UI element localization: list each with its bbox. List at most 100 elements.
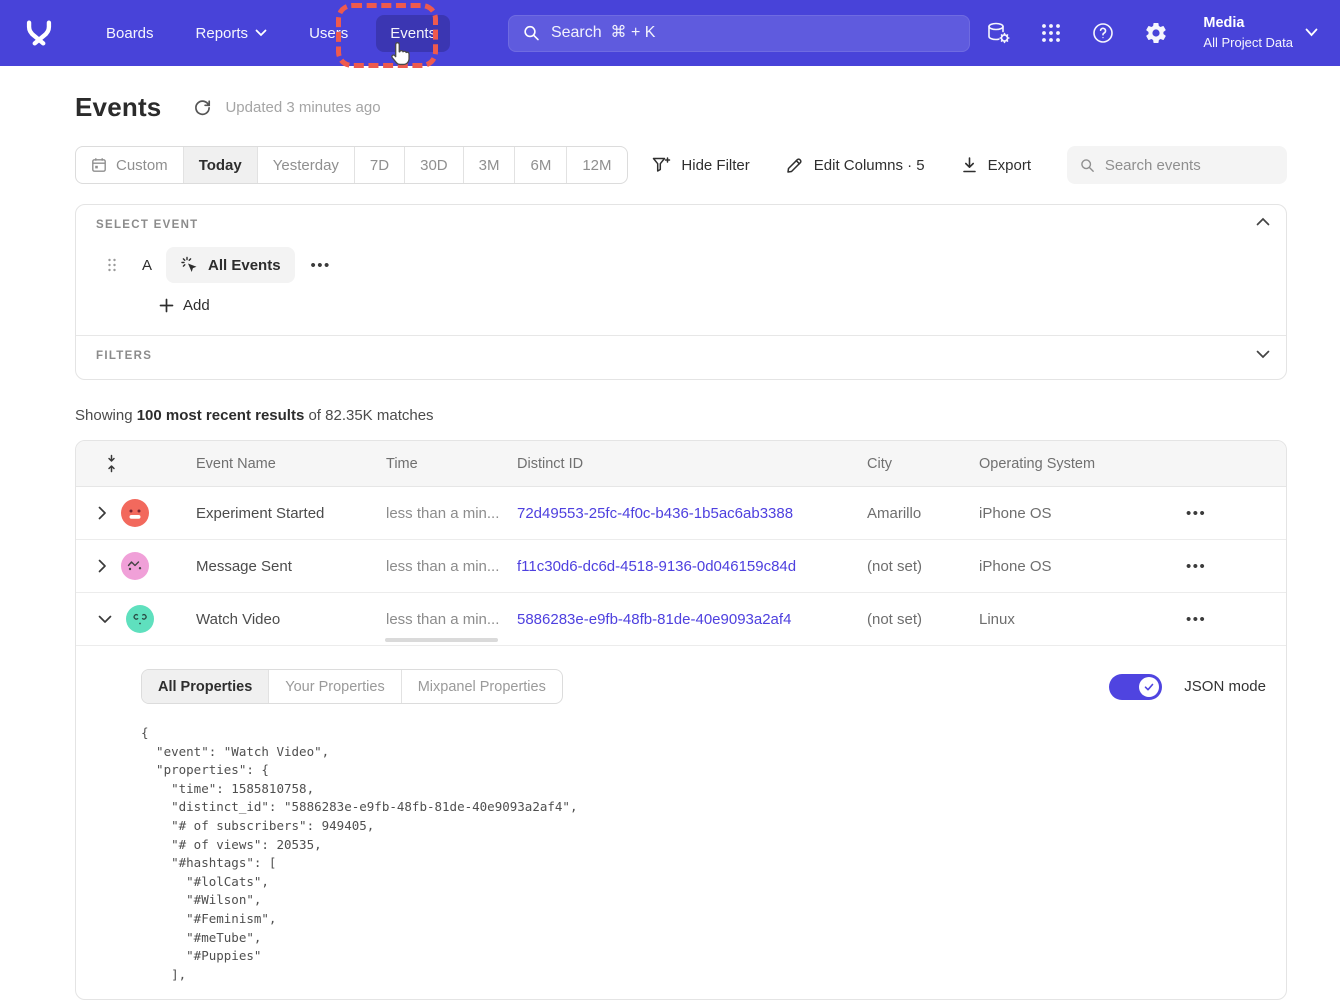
cell-os: Linux (979, 611, 1186, 628)
data-management-icon[interactable] (986, 21, 1011, 45)
cell-time: less than a min... (386, 505, 517, 522)
event-selector-chip[interactable]: All Events (166, 247, 295, 283)
horizontal-scrollbar-thumb[interactable] (385, 638, 498, 642)
date-range-7d[interactable]: 7D (354, 147, 404, 183)
event-chip-label: All Events (208, 257, 281, 274)
column-header-time[interactable]: Time (386, 456, 517, 472)
column-header-event-name[interactable]: Event Name (196, 456, 386, 472)
toolbar-right: Hide Filter Edit Columns · 5 Export (652, 146, 1287, 184)
row-more-icon[interactable]: ••• (1186, 611, 1206, 628)
column-header-distinct-id[interactable]: Distinct ID (517, 456, 867, 472)
refresh-icon[interactable] (193, 98, 212, 117)
json-mode-toggle[interactable] (1109, 674, 1162, 700)
tab-mixpanel-properties[interactable]: Mixpanel Properties (401, 670, 562, 703)
date-range-custom[interactable]: Custom (76, 147, 183, 183)
top-navbar: Boards Reports Users Events (0, 0, 1340, 66)
drag-handle-icon[interactable] (106, 256, 118, 274)
search-events-input[interactable] (1105, 157, 1274, 174)
column-header-city[interactable]: City (867, 456, 979, 472)
date-range-label: Yesterday (273, 157, 339, 174)
date-range-30d[interactable]: 30D (404, 147, 463, 183)
properties-tabs: All Properties Your Properties Mixpanel … (141, 669, 563, 704)
hide-filter-button[interactable]: Hide Filter (652, 156, 749, 174)
cell-distinct-id-link[interactable]: 5886283e-e9fb-48fb-81de-40e9093a2af4 (517, 611, 867, 628)
collapse-all-icon[interactable] (104, 454, 119, 473)
date-range-today[interactable]: Today (183, 147, 257, 183)
event-avatar (121, 552, 149, 580)
cell-distinct-id-link[interactable]: 72d49553-25fc-4f0c-b436-1b5ac6ab3388 (517, 505, 867, 522)
page-title: Events (75, 92, 161, 123)
cell-city: (not set) (867, 558, 979, 575)
table-row-expanded[interactable]: Watch Video less than a min... 5886283e-… (76, 593, 1286, 646)
date-range-yesterday[interactable]: Yesterday (257, 147, 354, 183)
navbar-right: Media All Project Data (986, 14, 1318, 51)
collapse-section-icon[interactable] (1256, 217, 1270, 226)
hide-filter-label: Hide Filter (681, 157, 749, 174)
query-builder-card: SELECT EVENT A All Events ••• (75, 204, 1287, 380)
project-info: Media All Project Data (1203, 14, 1293, 51)
chevron-down-icon (1305, 28, 1318, 37)
date-range-label: Custom (116, 157, 168, 174)
nav-item-events[interactable]: Events (376, 15, 450, 52)
cell-event-name: Message Sent (196, 558, 386, 575)
mixpanel-logo[interactable] (22, 18, 56, 48)
date-range-label: 30D (420, 157, 448, 174)
row-expand-chevron-icon[interactable] (98, 559, 107, 573)
json-mode-label: JSON mode (1184, 678, 1266, 695)
row-more-icon[interactable]: ••• (1186, 558, 1206, 575)
summary-prefix: Showing (75, 407, 137, 424)
settings-gear-icon[interactable] (1144, 21, 1168, 45)
plus-icon (159, 298, 174, 313)
global-search[interactable] (508, 15, 970, 52)
event-json-view: { "event": "Watch Video", "properties": … (141, 724, 1266, 984)
tab-your-properties[interactable]: Your Properties (268, 670, 400, 703)
event-more-icon[interactable]: ••• (311, 258, 331, 273)
event-detail-panel: All Properties Your Properties Mixpanel … (76, 646, 1286, 984)
results-table: Event Name Time Distinct ID City Operati… (75, 440, 1287, 1000)
edit-columns-button[interactable]: Edit Columns · 5 (786, 156, 925, 174)
cell-event-name: Experiment Started (196, 505, 386, 522)
export-label: Export (988, 157, 1031, 174)
cell-distinct-id-link[interactable]: f11c30d6-dc6d-4518-9136-0d046159c84d (517, 558, 867, 575)
global-search-input[interactable] (551, 24, 955, 42)
apps-grid-icon[interactable] (1040, 22, 1062, 44)
date-range-12m[interactable]: 12M (566, 147, 626, 183)
filters-label: FILTERS (96, 350, 152, 362)
date-range-3m[interactable]: 3M (463, 147, 515, 183)
add-event-button[interactable]: Add (159, 297, 210, 314)
cell-city: (not set) (867, 611, 979, 628)
export-button[interactable]: Export (961, 156, 1031, 174)
cell-os: iPhone OS (979, 505, 1186, 522)
tab-all-properties[interactable]: All Properties (142, 670, 268, 703)
row-collapse-chevron-icon[interactable] (98, 615, 112, 624)
cell-city: Amarillo (867, 505, 979, 522)
table-row[interactable]: Experiment Started less than a min... 72… (76, 487, 1286, 540)
nav-item-label: Users (309, 25, 348, 42)
help-icon[interactable] (1091, 21, 1115, 45)
nav-item-reports[interactable]: Reports (182, 15, 282, 52)
clause-letter: A (142, 257, 152, 274)
table-header-row: Event Name Time Distinct ID City Operati… (76, 441, 1286, 487)
expand-filters-icon[interactable] (1256, 350, 1270, 359)
date-range-label: Today (199, 157, 242, 174)
project-switcher[interactable]: Media All Project Data (1203, 14, 1318, 51)
cell-os: iPhone OS (979, 558, 1186, 575)
calendar-icon (91, 157, 107, 173)
cell-time: less than a min... (386, 611, 517, 628)
table-row[interactable]: Message Sent less than a min... f11c30d6… (76, 540, 1286, 593)
results-summary: Showing 100 most recent results of 82.35… (75, 407, 1287, 424)
download-icon (961, 156, 978, 174)
search-events-field[interactable] (1067, 146, 1287, 184)
event-avatar (121, 499, 149, 527)
date-range-6m[interactable]: 6M (514, 147, 566, 183)
column-header-os[interactable]: Operating System (979, 456, 1186, 472)
nav-item-users[interactable]: Users (295, 15, 362, 52)
project-name: Media (1203, 14, 1293, 34)
row-more-icon[interactable]: ••• (1186, 505, 1206, 522)
nav-item-boards[interactable]: Boards (92, 15, 168, 52)
summary-suffix: of 82.35K matches (304, 407, 433, 424)
row-expand-chevron-icon[interactable] (98, 506, 107, 520)
cell-event-name: Watch Video (196, 611, 386, 628)
nav-item-label: Reports (196, 25, 249, 42)
pencil-icon (786, 156, 804, 174)
